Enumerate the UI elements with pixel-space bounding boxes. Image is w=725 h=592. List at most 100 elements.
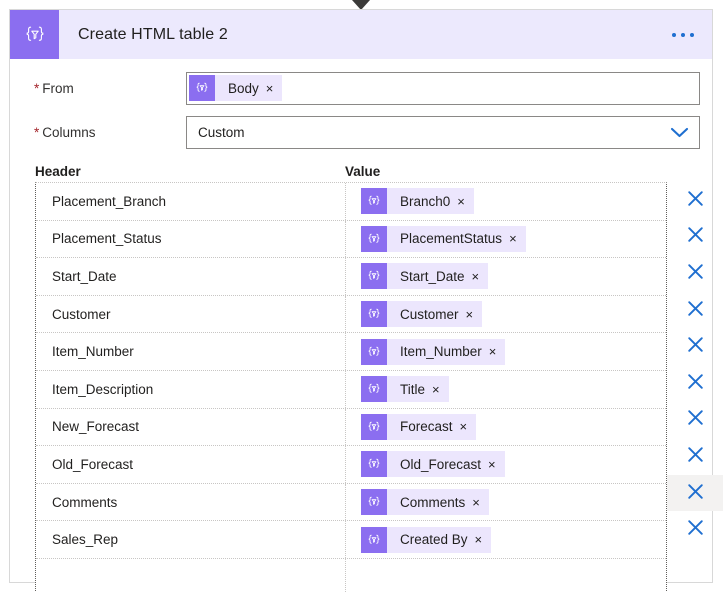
close-icon (686, 408, 705, 431)
dynamic-content-token[interactable]: Item_Number × (361, 338, 506, 365)
token-label: Old_Forecast (400, 456, 482, 472)
close-icon (686, 335, 705, 358)
data-operations-funnel-icon (361, 376, 387, 403)
token-label: Item_Number (400, 344, 482, 360)
action-card: Create HTML table 2 * From Body × * Colu… (9, 9, 723, 592)
value-cell-input[interactable]: Forecast × (346, 409, 666, 446)
ellipsis-dot (690, 32, 694, 37)
table-row: Placement_Branch Branch0 × (36, 183, 666, 220)
delete-row-button[interactable] (667, 402, 723, 439)
close-icon (686, 189, 705, 212)
value-cell-input[interactable]: Comments × (346, 484, 666, 521)
dynamic-content-token[interactable]: Created By × (361, 526, 492, 553)
token-label: Comments (400, 494, 466, 510)
data-operations-funnel-icon (361, 489, 387, 516)
value-cell-input[interactable]: Old_Forecast × (346, 446, 666, 483)
delete-row-button[interactable] (667, 219, 723, 256)
delete-row-button[interactable] (667, 438, 723, 475)
ellipsis-dot (672, 32, 676, 37)
value-cell-input[interactable]: Start_Date × (346, 258, 666, 295)
data-operations-funnel-icon (361, 413, 387, 440)
close-icon (686, 299, 705, 322)
data-operations-funnel-icon (361, 526, 387, 553)
from-label: * From (24, 81, 186, 96)
value-cell-input[interactable]: Branch0 × (346, 183, 666, 220)
data-operations-funnel-icon (361, 188, 387, 215)
token-remove-icon[interactable]: × (266, 82, 283, 95)
token-remove-icon[interactable]: × (466, 308, 483, 321)
token-remove-icon[interactable]: × (472, 496, 489, 509)
delete-row-button[interactable] (667, 365, 723, 402)
header-cell-input[interactable]: Start_Date (36, 258, 346, 295)
chevron-down-icon[interactable] (670, 126, 689, 139)
columns-label-text: Columns (42, 124, 96, 140)
dynamic-content-token[interactable]: Old_Forecast × (361, 451, 505, 478)
token-label: Created By (400, 532, 468, 548)
value-cell-input[interactable]: Created By × (346, 521, 666, 558)
token-remove-icon[interactable]: × (460, 420, 477, 433)
delete-row-button[interactable] (667, 511, 723, 548)
columns-select[interactable]: Custom (186, 115, 700, 149)
header-cell-input[interactable]: Item_Description (36, 370, 346, 408)
header-cell-input[interactable]: Comments (36, 483, 346, 521)
dynamic-content-token[interactable]: Title × (361, 376, 449, 403)
delete-row-column (667, 182, 723, 585)
dynamic-content-token[interactable]: PlacementStatus × (361, 225, 526, 252)
action-card-header[interactable]: Create HTML table 2 (10, 10, 712, 59)
header-cell-input[interactable]: Customer (36, 295, 346, 333)
token-remove-icon[interactable]: × (489, 345, 506, 358)
columns-field-row: * Columns Custom (10, 110, 712, 154)
value-cell-input[interactable] (346, 558, 666, 592)
ellipsis-icon[interactable] (668, 27, 698, 43)
token-remove-icon[interactable]: × (488, 458, 505, 471)
value-cell-input[interactable]: Customer × (346, 296, 666, 333)
value-cell-input[interactable]: Item_Number × (346, 333, 666, 370)
header-cell-input[interactable]: Old_Forecast (36, 446, 346, 483)
delete-row-button[interactable] (667, 328, 723, 365)
data-operations-funnel-icon (189, 75, 215, 101)
header-cell-input[interactable]: Sales_Rep (36, 521, 346, 558)
token-remove-icon[interactable]: × (509, 232, 526, 245)
token-remove-icon[interactable]: × (432, 383, 449, 396)
dynamic-content-token[interactable]: Forecast × (361, 413, 477, 440)
close-icon (686, 518, 705, 541)
token-remove-icon[interactable]: × (475, 533, 492, 546)
close-icon (686, 482, 705, 505)
data-operations-funnel-icon (361, 338, 387, 365)
delete-row-button[interactable] (667, 182, 723, 219)
header-cell-input[interactable] (36, 558, 346, 592)
required-asterisk: * (34, 80, 40, 96)
table-row: Sales_Rep Created By × (36, 520, 666, 558)
delete-row-button[interactable] (667, 474, 723, 512)
dynamic-content-token[interactable]: Comments × (361, 489, 489, 516)
dynamic-content-token[interactable]: Customer × (361, 301, 483, 328)
data-operations-funnel-icon (361, 225, 387, 252)
from-input[interactable]: Body × (186, 71, 700, 105)
ellipsis-dot (681, 32, 685, 37)
close-icon (686, 262, 705, 285)
header-cell-input[interactable]: Placement_Branch (36, 183, 346, 220)
close-icon (686, 225, 705, 248)
header-cell-input[interactable]: New_Forecast (36, 408, 346, 446)
token-label: Customer (400, 306, 459, 322)
data-operations-funnel-icon (361, 301, 387, 328)
delete-row-placeholder (667, 548, 723, 585)
token-remove-icon[interactable]: × (472, 270, 489, 283)
token-label: Forecast (400, 419, 453, 435)
token-remove-icon[interactable]: × (457, 195, 474, 208)
delete-row-button[interactable] (667, 255, 723, 292)
dynamic-content-token[interactable]: Branch0 × (361, 188, 474, 215)
dynamic-content-token[interactable]: Body × (189, 75, 283, 101)
token-label: Start_Date (400, 268, 465, 284)
header-cell-input[interactable]: Item_Number (36, 333, 346, 370)
delete-row-button[interactable] (667, 292, 723, 329)
flow-action-screen: Create HTML table 2 * From Body × * Colu… (0, 0, 725, 592)
from-label-text: From (42, 80, 74, 96)
value-cell-input[interactable]: Title × (346, 371, 666, 408)
dynamic-content-token[interactable]: Start_Date × (361, 263, 489, 290)
value-cell-input[interactable]: PlacementStatus × (346, 221, 666, 258)
header-column-caption: Header (35, 164, 81, 179)
value-column-caption: Value (345, 164, 381, 179)
header-cell-input[interactable]: Placement_Status (36, 220, 346, 258)
columns-selected-value: Custom (198, 124, 245, 140)
